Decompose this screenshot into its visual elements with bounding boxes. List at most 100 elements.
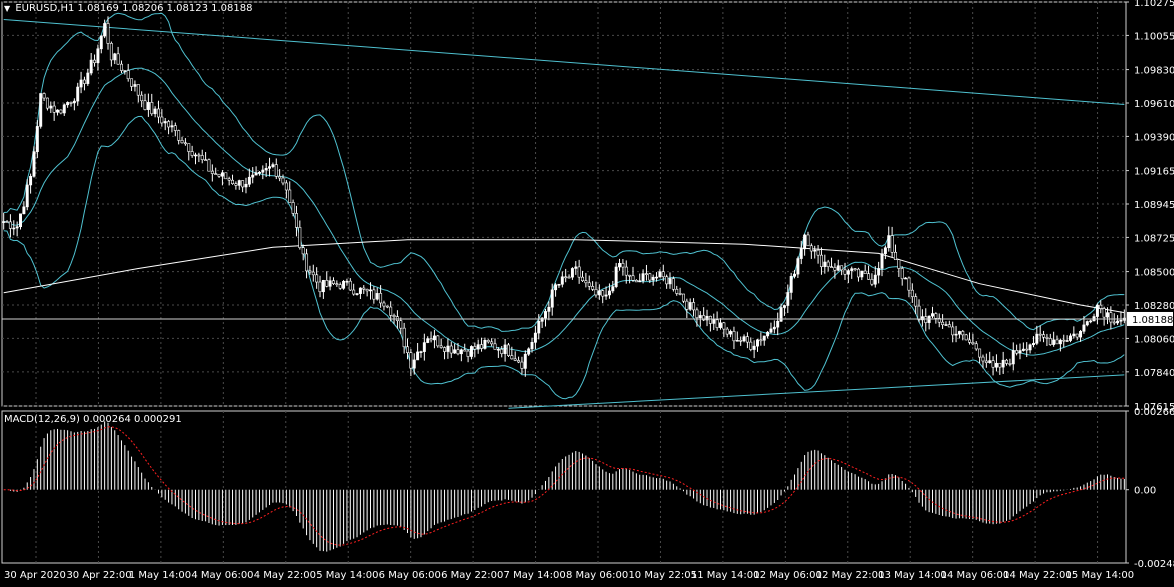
candle-body	[968, 339, 971, 343]
candle-body	[1112, 321, 1116, 324]
bollinger-lower	[3, 115, 1125, 400]
candle-body	[914, 296, 918, 307]
candle-body	[537, 321, 541, 334]
candle-body	[416, 351, 420, 361]
dropdown-triangle-icon[interactable]: ▼	[4, 4, 10, 13]
candle-body	[1015, 350, 1019, 354]
candle-body	[924, 316, 928, 323]
candle-body	[806, 234, 810, 247]
candle-body	[305, 253, 309, 272]
chart-window[interactable]: ▼ EURUSD,H1 1.08169 1.08206 1.08123 1.08…	[0, 0, 1174, 584]
candle-body	[1089, 320, 1093, 323]
candle-body	[318, 281, 322, 293]
candle-body	[1028, 344, 1032, 351]
candle-body	[1038, 333, 1042, 336]
candle-body	[931, 313, 934, 317]
candle-body	[1048, 338, 1052, 345]
y-tick-label: 1.08060	[1134, 334, 1174, 345]
candle-body	[570, 268, 574, 278]
candle-body	[153, 108, 157, 115]
candle-body	[530, 342, 534, 350]
x-tick-label: 30 Apr 2020	[4, 570, 66, 581]
candle-body	[214, 173, 218, 175]
candle-body	[796, 258, 800, 275]
candle-body	[661, 271, 665, 278]
candle-body	[247, 176, 251, 185]
candle-body	[634, 280, 638, 283]
x-tick-label: 5 May 14:00	[316, 570, 378, 581]
candle-body	[2, 221, 6, 223]
candle-body	[224, 172, 228, 180]
candle-body	[419, 351, 423, 353]
candle-body	[614, 266, 618, 287]
candle-body	[934, 313, 938, 319]
candle-body	[126, 70, 130, 80]
candle-body	[560, 276, 564, 285]
candle-body	[631, 275, 635, 281]
candle-body	[163, 121, 167, 124]
candle-body	[406, 346, 409, 353]
candle-body	[517, 360, 521, 363]
candle-body	[332, 280, 335, 284]
candle-body	[1055, 339, 1059, 345]
candle-body	[607, 290, 611, 296]
candle-body	[890, 235, 894, 253]
candle-body	[978, 348, 982, 358]
current-price-label: 1.08188	[1132, 315, 1173, 326]
candle-body	[1045, 336, 1049, 339]
candle-body	[678, 293, 682, 295]
candle-body	[823, 261, 827, 267]
candle-body	[194, 154, 197, 157]
candle-body	[89, 59, 93, 74]
candle-body	[1075, 333, 1079, 338]
candle-body	[951, 326, 955, 336]
candle-body	[278, 176, 282, 179]
candle-body	[910, 289, 914, 297]
y-tick-label: 1.09165	[1134, 167, 1174, 178]
candle-body	[480, 344, 484, 349]
x-tick-label: 4 May 06:00	[191, 570, 253, 581]
symbol-label: EURUSD,H1	[15, 3, 75, 14]
candle-body	[860, 270, 864, 278]
chart-canvas[interactable]: 30 Apr 2020 30 Apr 22:001 May 14:00 4 May …	[0, 0, 1174, 584]
candle-body	[1099, 304, 1103, 309]
candle-body	[291, 202, 295, 214]
candle-body	[200, 155, 204, 160]
candle-body	[8, 221, 12, 229]
candle-body	[547, 306, 551, 312]
candle-body	[658, 271, 662, 278]
candle-body	[119, 63, 123, 71]
candle-body	[971, 342, 975, 345]
candle-body	[957, 331, 961, 335]
candle-body	[964, 334, 968, 341]
candle-body	[170, 125, 174, 128]
candle-body	[372, 289, 376, 300]
moving-average-line	[3, 239, 1125, 314]
candle-body	[1106, 312, 1109, 318]
y-tick-label: 1.08725	[1134, 233, 1174, 244]
candle-body	[601, 290, 605, 297]
candle-body	[1005, 359, 1009, 364]
candle-body	[35, 126, 39, 152]
candle-body	[533, 332, 537, 343]
candle-body	[412, 359, 416, 369]
candle-body	[624, 266, 628, 276]
candle-body	[994, 362, 998, 368]
candle-body	[863, 270, 867, 274]
candle-body	[321, 280, 325, 293]
x-tick-label: 14 May 22:00	[1003, 570, 1072, 581]
candle-body	[883, 247, 887, 254]
candle-body	[375, 293, 379, 300]
candle-body	[281, 177, 285, 184]
y-tick-label: 1.09390	[1134, 132, 1174, 143]
candle-body	[577, 266, 581, 278]
y-tick-label: 1.10055	[1134, 31, 1174, 42]
candle-body	[719, 322, 722, 328]
candle-body	[103, 23, 107, 37]
candle-body	[493, 343, 497, 350]
candle-body	[708, 315, 712, 324]
candle-body	[274, 164, 278, 177]
candle-body	[254, 172, 258, 176]
candle-body	[19, 213, 22, 228]
x-tick-label: 12 May 06:00	[753, 570, 822, 581]
